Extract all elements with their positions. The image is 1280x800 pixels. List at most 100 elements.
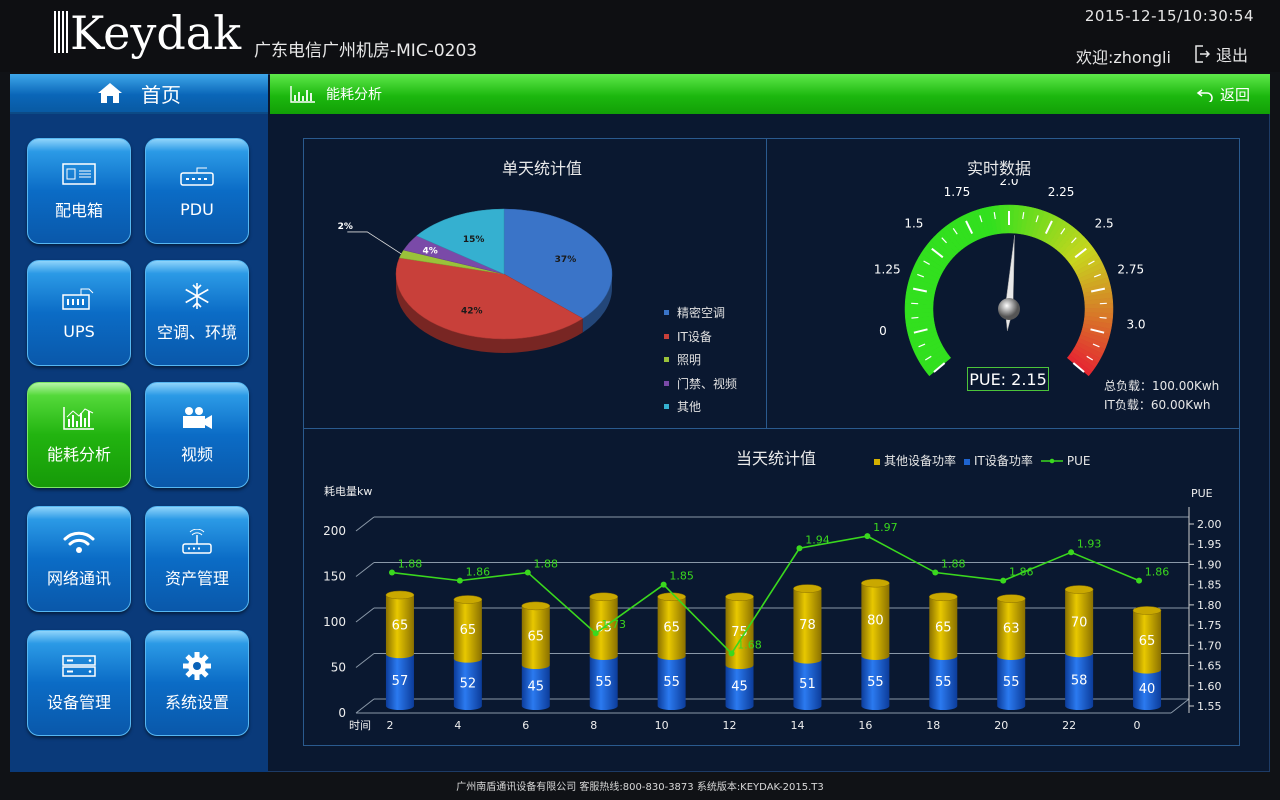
bar-other-value-label: 65 xyxy=(528,629,545,644)
legend-swatch xyxy=(664,333,669,339)
y-tick-label: 150 xyxy=(323,570,346,584)
nav-label: 配电箱 xyxy=(54,201,103,220)
bar-it-value-label: 57 xyxy=(392,674,409,689)
bar-other-value-label: 80 xyxy=(867,614,884,629)
bar-other-value-label: 65 xyxy=(460,623,477,638)
pue-readout: PUE: 2.15 xyxy=(967,367,1049,391)
y-tick-label: 200 xyxy=(323,524,346,538)
home-label: 首页 xyxy=(141,82,181,107)
distribution-box-icon xyxy=(61,161,97,187)
pie-slice-label: 15% xyxy=(463,235,485,245)
bar-other-value-label: 65 xyxy=(1139,634,1156,649)
bar-cap xyxy=(1064,585,1094,594)
pie-legend-item: IT设备 xyxy=(664,325,737,349)
gauge-tick-label: 1.25 xyxy=(874,262,901,276)
pue-value-label: 1.88 xyxy=(534,558,559,571)
nav-device-management[interactable]: 设备管理 xyxy=(27,630,131,736)
nav-pdu[interactable]: PDU xyxy=(145,138,249,244)
analysis-panel: 单天统计值 37% 42% 2% 4% 15% 精密空调 IT设备 照明 门禁、视频 其他 实时… xyxy=(303,138,1240,746)
home-button[interactable]: 首页 xyxy=(10,74,268,114)
bar-cap xyxy=(996,594,1026,603)
pue-point xyxy=(1000,577,1007,584)
pie-legend-item: 照明 xyxy=(664,348,737,372)
nav-label: UPS xyxy=(63,321,95,341)
pue-value-label: 1.93 xyxy=(1077,537,1102,550)
back-button[interactable]: 返回 xyxy=(1196,84,1250,105)
y-tick-label: 0 xyxy=(338,706,346,720)
pue-value-label: 1.86 xyxy=(1145,566,1170,579)
pie-slice-label: 2% xyxy=(338,222,353,232)
gauge-tick-label: 3.0 xyxy=(1126,318,1145,332)
grid-line-diag xyxy=(355,698,375,714)
x-tick-label: 14 xyxy=(790,719,804,732)
gauge-tick xyxy=(1099,316,1107,319)
grid-line-diag xyxy=(355,516,375,532)
nav-label: 系统设置 xyxy=(164,693,229,712)
ups-icon xyxy=(61,286,97,312)
nav-system-settings[interactable]: 系统设置 xyxy=(145,630,249,736)
legend-swatch xyxy=(664,404,669,410)
pue-value-label: 1.94 xyxy=(805,533,830,546)
content-header: 能耗分析 返回 xyxy=(270,74,1270,114)
nav-ups[interactable]: UPS xyxy=(27,260,131,366)
bar-it-value-label: 55 xyxy=(663,675,680,690)
gauge-tick-label: 2.25 xyxy=(1048,185,1075,199)
pue-point xyxy=(592,630,599,637)
nav-video[interactable]: 视频 xyxy=(145,382,249,488)
bar-it-value-label: 52 xyxy=(460,676,477,691)
back-label: 返回 xyxy=(1219,86,1250,104)
welcome-user: 欢迎:zhongli xyxy=(1076,48,1171,67)
pie-slice-label: 4% xyxy=(423,247,438,257)
router-icon xyxy=(179,529,215,555)
load-info: 总负载：100.00Kwh IT负载：60.00Kwh xyxy=(1104,377,1219,415)
x-tick-label: 12 xyxy=(723,719,737,732)
grid-line-diag xyxy=(355,607,375,623)
nav-distribution-box[interactable]: 配电箱 xyxy=(27,138,131,244)
bar-other-value-label: 63 xyxy=(1003,621,1020,636)
site-name: 广东电信广州机房-MIC-0203 xyxy=(254,41,478,61)
x-axis-label: 时间 xyxy=(349,719,371,732)
gauge-tick-label: 0 xyxy=(879,324,887,338)
x-tick-label: 8 xyxy=(590,719,597,732)
x-tick-label: 20 xyxy=(994,719,1008,732)
logout-button[interactable]: 退出 xyxy=(1194,42,1248,66)
nav-network[interactable]: 网络通讯 xyxy=(27,506,131,612)
nav-label: PDU xyxy=(180,199,214,219)
logout-icon xyxy=(1195,45,1210,63)
pue-value-label: 1.73 xyxy=(601,618,626,631)
gauge-tick xyxy=(911,316,919,319)
nav-hvac-environment[interactable]: 空调、环境 xyxy=(145,260,249,366)
pue-point xyxy=(1068,549,1075,556)
top-header: Keydak 广东电信广州机房-MIC-0203 2015-12-15/10:3… xyxy=(0,0,1280,72)
pue-point xyxy=(524,569,531,576)
nav-label: 设备管理 xyxy=(46,693,111,712)
bar-other-value-label: 78 xyxy=(799,618,816,633)
x-tick-label: 22 xyxy=(1062,719,1076,732)
pue-point xyxy=(1136,577,1143,584)
y2-tick-label: 2.00 xyxy=(1197,518,1222,531)
current-datetime: 2015-12-15/10:30:54 xyxy=(1084,7,1254,25)
y2-tick-label: 1.60 xyxy=(1197,680,1222,693)
bar-it-value-label: 55 xyxy=(867,675,884,690)
pue-point xyxy=(728,650,735,657)
bar-cap xyxy=(861,578,890,588)
bar-other-value-label: 65 xyxy=(935,620,952,635)
floor-edge xyxy=(1170,698,1190,714)
bar-cap xyxy=(793,584,822,593)
y2-tick-label: 1.55 xyxy=(1197,700,1222,713)
bar-cap xyxy=(725,592,754,602)
pie-slice-label: 37% xyxy=(555,255,577,265)
y2-tick-label: 1.90 xyxy=(1197,558,1222,571)
pie-legend: 精密空调 IT设备 照明 门禁、视频 其他 xyxy=(664,301,737,419)
bar-it-value-label: 40 xyxy=(1139,682,1156,697)
nav-asset-management[interactable]: 资产管理 xyxy=(145,506,249,612)
y2-tick-label: 1.80 xyxy=(1197,599,1222,612)
pue-point xyxy=(388,569,395,576)
nav-energy-analysis[interactable]: 能耗分析 xyxy=(27,382,131,488)
logout-label: 退出 xyxy=(1216,46,1249,65)
bar-chart-icon xyxy=(290,86,315,103)
bar-it-value-label: 51 xyxy=(799,677,816,692)
pue-point xyxy=(660,581,667,588)
nav-label: 网络通讯 xyxy=(46,569,111,588)
gauge-arc-segment xyxy=(904,307,934,314)
